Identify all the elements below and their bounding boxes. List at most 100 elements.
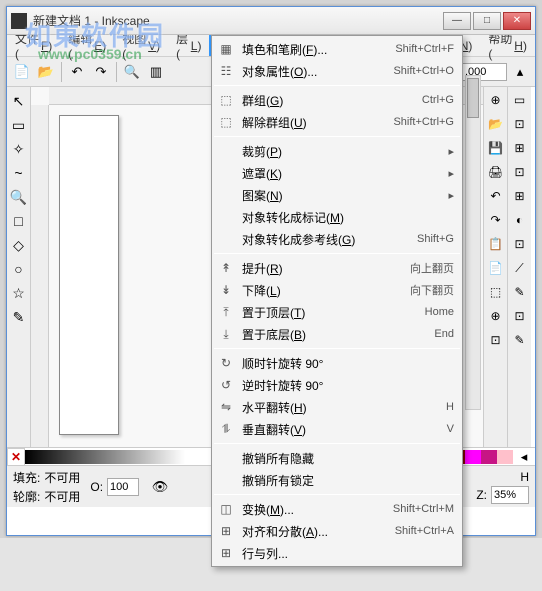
grayscale-swatches[interactable] [25,450,185,464]
menuitem-icon: ↻ [216,355,236,371]
menu-帮助H[interactable]: 帮助(H) [480,35,535,56]
menuitem-label: 置于顶层(T) [242,304,425,321]
cmd-btn-5[interactable]: ↷ [487,211,505,229]
menuitem-accel: Shift+Ctrl+O [393,65,454,77]
zoom-input[interactable] [491,486,529,504]
menuitem-accel: ▸ [448,145,454,158]
menuitem-icon [216,231,236,247]
palette-menu-icon[interactable]: ◂ [513,446,535,468]
menuitem-行与列[interactable]: ⊞行与列... [212,542,462,564]
menuitem-label: 对齐和分散(A)... [242,523,395,540]
color-swatch[interactable] [465,450,481,464]
canvas[interactable] [59,115,119,435]
color-swatch[interactable] [497,450,513,464]
opacity-input[interactable] [107,478,139,496]
snap-btn-1[interactable]: ⊡ [511,115,529,133]
menuitem-icon [216,187,236,203]
menuitem-label: 填色和笔刷(F)... [242,41,395,58]
menuitem-顺时针旋转90[interactable]: ↻ 顺时针旋转 90° [212,352,462,374]
menuitem-icon [216,143,236,159]
cmd-btn-6[interactable]: 📋 [487,235,505,253]
snap-btn-4[interactable]: ⊞ [511,187,529,205]
toolbox-btn-0[interactable]: ↖ [9,91,29,111]
color-swatch[interactable] [481,450,497,464]
toolbox-btn-3[interactable]: ~ [9,163,29,183]
menuitem-图案N[interactable]: 图案(N)▸ [212,184,462,206]
tool-undo-icon[interactable]: ↶ [66,61,88,83]
menu-文件F[interactable]: 文件(F) [7,35,60,56]
menuitem-遮罩K[interactable]: 遮罩(K)▸ [212,162,462,184]
no-color-swatch[interactable]: ✕ [7,448,25,466]
snap-btn-10[interactable]: ✎ [511,331,529,349]
cmd-btn-3[interactable]: 🖨 [487,163,505,181]
cmd-btn-10[interactable]: ⊡ [487,331,505,349]
menuitem-accel: H [446,401,454,413]
menuitem-对齐和分散A[interactable]: ⊞对齐和分散(A)...Shift+Ctrl+A [212,520,462,542]
menuitem-icon: ⤒ [216,304,236,320]
menuitem-撤销所有锁定[interactable]: 撤销所有锁定 [212,469,462,491]
cmd-btn-4[interactable]: ↶ [487,187,505,205]
toolbox-btn-7[interactable]: ○ [9,259,29,279]
menuitem-icon [216,165,236,181]
menuitem-下降L[interactable]: ↡下降(L)向下翻页 [212,279,462,301]
menuitem-对象转化成参考线G[interactable]: 对象转化成参考线(G)Shift+G [212,228,462,250]
snap-btn-2[interactable]: ⊞ [511,139,529,157]
tool-open-icon[interactable]: 📂 [35,61,57,83]
menu-视图V[interactable]: 视图(V) [114,35,168,56]
toolbox-btn-5[interactable]: □ [9,211,29,231]
menuitem-裁剪P[interactable]: 裁剪(P)▸ [212,140,462,162]
toolbox-btn-1[interactable]: ▭ [9,115,29,135]
maximize-button[interactable]: □ [473,12,501,30]
layer-icon[interactable]: 👁 [149,476,171,498]
tool-new-icon[interactable]: 📄 [11,61,33,83]
menuitem-置于顶层T[interactable]: ⤒置于顶层(T)Home [212,301,462,323]
menuitem-提升R[interactable]: ↟提升(R)向上翻页 [212,257,462,279]
cmd-btn-2[interactable]: 💾 [487,139,505,157]
menuitem-水平翻转H[interactable]: ⇋水平翻转(H)H [212,396,462,418]
cmd-btn-0[interactable]: ⊕ [487,91,505,109]
cmd-btn-9[interactable]: ⊕ [487,307,505,325]
snap-btn-7[interactable]: ⟋ [511,259,529,277]
menuitem-解除群组U[interactable]: ⬚解除群组(U)Shift+Ctrl+G [212,111,462,133]
snap-btn-5[interactable]: ◐ [511,211,529,229]
menuitem-对象属性O[interactable]: ☷对象属性(O)...Shift+Ctrl+O [212,60,462,82]
toolbox-btn-9[interactable]: ✎ [9,307,29,327]
menu-层L[interactable]: 层(L) [168,35,209,56]
snap-btn-6[interactable]: ⊡ [511,235,529,253]
toolbox-btn-4[interactable]: 🔍 [9,187,29,207]
close-button[interactable]: ✕ [503,12,531,30]
titlebar: 新建文档 1 - Inkscape — □ ✕ [7,7,535,35]
menuitem-label: 顺时针旋转 90° [242,355,454,372]
menuitem-icon [216,472,236,488]
menuitem-label: 变换(M)... [242,501,393,518]
menuitem-垂直翻转V[interactable]: ⥮垂直翻转(V)V [212,418,462,440]
minimize-button[interactable]: — [443,12,471,30]
menuitem-accel: ▸ [448,167,454,180]
toolbox-btn-2[interactable]: ✧ [9,139,29,159]
menuitem-变换M[interactable]: ◫变换(M)...Shift+Ctrl+M [212,498,462,520]
toolbox-btn-8[interactable]: ☆ [9,283,29,303]
cmd-btn-8[interactable]: ⬚ [487,283,505,301]
snap-btn-8[interactable]: ✎ [511,283,529,301]
menuitem-置于底层B[interactable]: ⤓置于底层(B)End [212,323,462,345]
menuitem-群组G[interactable]: ⬚群组(G)Ctrl+G [212,89,462,111]
commands-panel: ⊕ 📂 💾 🖨 ↶ ↷ 📋 📄 ⬚ ⊕ ⊡ [483,87,507,447]
vertical-scrollbar[interactable] [465,75,481,410]
snap-btn-9[interactable]: ⊡ [511,307,529,325]
cmd-btn-7[interactable]: 📄 [487,259,505,277]
menuitem-填色和笔刷F[interactable]: ▦填色和笔刷(F)...Shift+Ctrl+F [212,38,462,60]
menuitem-accel: Shift+Ctrl+M [393,503,454,515]
snap-btn-0[interactable]: ▭ [511,91,529,109]
tool-zoom-icon[interactable]: 🔍 [121,61,143,83]
menuitem-对象转化成标记M[interactable]: 对象转化成标记(M) [212,206,462,228]
menu-编辑E[interactable]: 编辑(E) [60,35,114,56]
menuitem-accel: Shift+Ctrl+F [395,43,454,55]
menuitem-撤销所有隐藏[interactable]: 撤销所有隐藏 [212,447,462,469]
tool-spin-icon[interactable]: ▴ [509,61,531,83]
tool-redo-icon[interactable]: ↷ [90,61,112,83]
menuitem-逆时针旋转90[interactable]: ↺逆时针旋转 90° [212,374,462,396]
snap-btn-3[interactable]: ⊡ [511,163,529,181]
cmd-btn-1[interactable]: 📂 [487,115,505,133]
toolbox-btn-6[interactable]: ◇ [9,235,29,255]
tool-doc-icon[interactable]: ▥ [145,61,167,83]
